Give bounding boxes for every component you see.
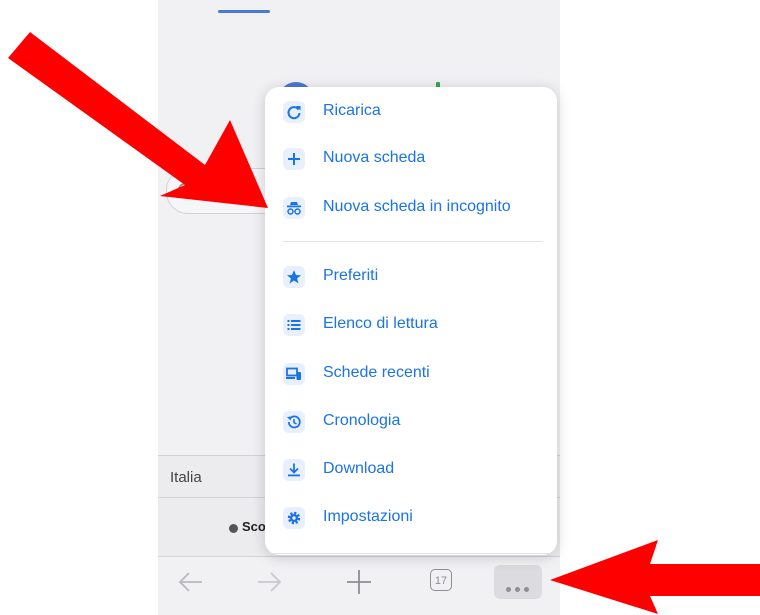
more-menu-button[interactable] [494, 565, 542, 599]
menu-item-label: Impostazioni [323, 508, 413, 525]
gear-icon [283, 507, 305, 529]
back-button[interactable] [174, 565, 208, 599]
reading-list-icon [283, 314, 305, 336]
menu-item-label: Elenco di lettura [323, 315, 438, 332]
recent-tabs-icon [283, 363, 305, 385]
menu-item-settings[interactable]: Impostazioni [265, 496, 557, 540]
menu-item-label: Ricarica [323, 102, 381, 119]
more-dots-icon [506, 579, 533, 597]
footer-dot-icon [229, 524, 238, 533]
tab-switcher-button[interactable]: 17 [430, 569, 452, 591]
menu-item-label: Preferiti [323, 267, 379, 284]
bottom-toolbar: 17 [158, 556, 560, 607]
forward-button[interactable] [252, 565, 286, 599]
annotation-arrow-icon [550, 540, 760, 614]
history-icon [283, 411, 305, 433]
menu-item-label: Nuova scheda in incognito [323, 198, 511, 215]
region-label: Italia [170, 469, 202, 486]
arrow-left-icon [178, 572, 202, 592]
menu-item-label: Nuova scheda [323, 149, 426, 166]
menu-divider [283, 241, 543, 242]
menu-item-label: Schede recenti [323, 364, 430, 381]
menu-item-label: Download [323, 460, 395, 477]
new-tab-button[interactable] [342, 565, 376, 599]
menu-bottom-divider [265, 553, 557, 554]
annotation-arrow-icon [8, 32, 268, 208]
plus-icon [347, 570, 371, 594]
menu-item-bookmarks[interactable]: Preferiti [265, 255, 557, 299]
star-icon [283, 266, 305, 288]
menu-item-recent-tabs[interactable]: Schede recenti [265, 352, 557, 396]
menu-item-label: Cronologia [323, 412, 401, 429]
menu-item-reading-list[interactable]: Elenco di lettura [265, 303, 557, 347]
menu-item-downloads[interactable]: Download [265, 448, 557, 492]
menu-item-history[interactable]: Cronologia [265, 400, 557, 444]
menu-item-reload[interactable]: Ricarica [265, 90, 557, 134]
download-icon [283, 459, 305, 481]
arrow-right-icon [258, 572, 282, 592]
overflow-menu: Ricarica Nuova scheda Nuova scheda in in… [265, 87, 557, 555]
menu-item-new-tab[interactable]: Nuova scheda [265, 137, 557, 181]
menu-item-incognito[interactable]: Nuova scheda in incognito [265, 186, 557, 230]
